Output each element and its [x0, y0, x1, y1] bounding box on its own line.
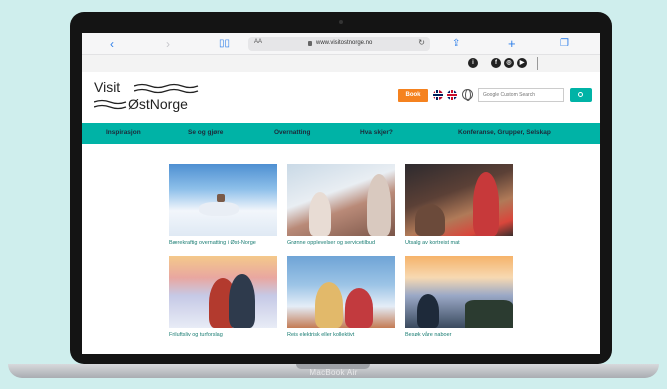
facebook-icon[interactable]: f — [491, 58, 501, 68]
main-nav: Inspirasjon Se og gjøre Overnatting Hva … — [82, 123, 600, 144]
nav-item-overnatting[interactable]: Overnatting — [274, 129, 310, 136]
nav-item-hva-skjer[interactable]: Hva skjer? — [360, 129, 393, 136]
card-utsalg-kortreist-mat[interactable]: Utsalg av kortreist mat — [405, 164, 513, 246]
instagram-icon[interactable]: ◎ — [504, 58, 514, 68]
card-image[interactable] — [169, 164, 277, 236]
card-reis-elektrisk[interactable]: Reis elektrisk eller kollektivt — [287, 256, 395, 338]
card-baerekraftig-overnatting[interactable]: Bærekraftig overnatting i Øst-Norge — [169, 164, 277, 246]
card-gronne-opplevelser[interactable]: Grønne opplevelser og servicetilbud — [287, 164, 395, 246]
text-size-button[interactable]: AA — [254, 39, 262, 45]
logo-line2: ØstNorge — [128, 96, 188, 112]
social-strip: i f ◎ ▶ — [82, 55, 600, 72]
card-image[interactable] — [287, 256, 395, 328]
search-input[interactable] — [478, 88, 564, 102]
site-logo[interactable]: Visit ØstNorge — [94, 79, 204, 113]
card-caption[interactable]: Besøk våre naboer — [405, 332, 513, 338]
norwegian-flag-icon[interactable] — [433, 90, 443, 100]
info-icon[interactable]: i — [468, 58, 478, 68]
address-bar[interactable]: AA www.visitostnorge.no ↻ — [248, 37, 430, 51]
card-image[interactable] — [169, 256, 277, 328]
nav-item-konferanse[interactable]: Konferanse, Grupper, Selskap — [458, 129, 551, 136]
card-friluftsliv[interactable]: Friluftsliv og turforslag — [169, 256, 277, 338]
card-besok-naboer[interactable]: Besøk våre naboer — [405, 256, 513, 338]
logo-waves-bottom-icon — [94, 99, 127, 110]
logo-waves-top-icon — [134, 83, 199, 94]
nav-item-inspirasjon[interactable]: Inspirasjon — [106, 129, 141, 136]
book-button[interactable]: Book — [398, 89, 428, 102]
lock-icon — [308, 41, 312, 46]
back-icon[interactable]: ‹ — [110, 36, 114, 52]
globe-icon[interactable] — [462, 89, 473, 101]
english-flag-icon[interactable] — [447, 90, 457, 100]
device-label: MacBook Air — [309, 368, 358, 377]
tabs-icon[interactable]: ❐ — [560, 36, 569, 52]
forward-icon[interactable]: › — [166, 36, 170, 52]
nav-item-se-og-gjore[interactable]: Se og gjøre — [188, 129, 223, 136]
camera-icon — [339, 20, 343, 24]
share-icon[interactable]: ⇪ — [452, 36, 460, 52]
bookmarks-icon[interactable]: ▯▯ — [219, 36, 230, 52]
screen: ‹ › ▯▯ AA www.visitostnorge.no ↻ ⇪ + ❐ i… — [82, 33, 600, 354]
search-icon — [578, 92, 583, 97]
card-caption[interactable]: Utsalg av kortreist mat — [405, 240, 513, 246]
new-tab-icon[interactable]: + — [508, 36, 516, 52]
card-caption[interactable]: Friluftsliv og turforslag — [169, 332, 277, 338]
reload-icon[interactable]: ↻ — [418, 38, 425, 47]
divider — [537, 57, 538, 70]
youtube-icon[interactable]: ▶ — [517, 58, 527, 68]
url-text: www.visitostnorge.no — [316, 40, 373, 46]
card-image[interactable] — [287, 164, 395, 236]
card-image[interactable] — [405, 164, 513, 236]
search-button[interactable] — [570, 88, 592, 102]
browser-toolbar: ‹ › ▯▯ AA www.visitostnorge.no ↻ ⇪ + ❐ — [82, 33, 600, 55]
card-image[interactable] — [405, 256, 513, 328]
card-caption[interactable]: Bærekraftig overnatting i Øst-Norge — [169, 240, 277, 246]
card-caption[interactable]: Grønne opplevelser og servicetilbud — [287, 240, 395, 246]
logo-line1: Visit — [94, 79, 121, 95]
card-caption[interactable]: Reis elektrisk eller kollektivt — [287, 332, 395, 338]
